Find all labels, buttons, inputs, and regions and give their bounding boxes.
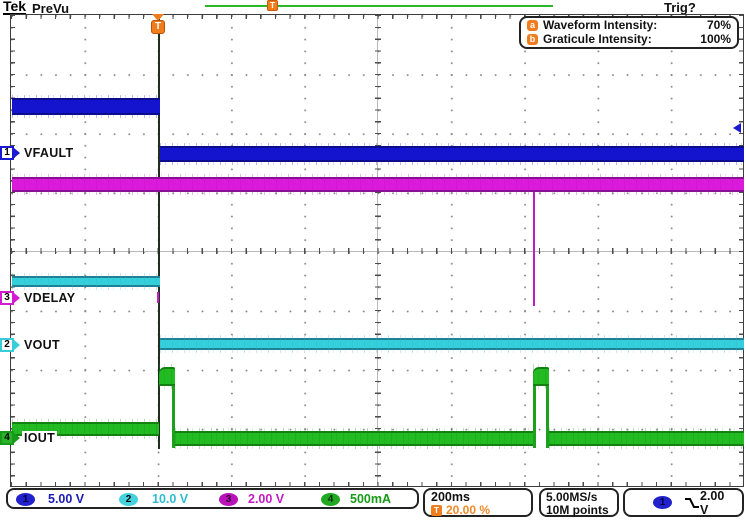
ch3-vdelay-trace	[12, 177, 744, 192]
ch4-iout-trace-low-b	[549, 431, 744, 446]
ch1-vfault-trace-low	[160, 146, 744, 162]
graticule-intensity-row[interactable]: b Graticule Intensity: 100%	[527, 33, 731, 46]
ch4-iout-inrush-spike-2	[533, 367, 549, 386]
falling-slope-icon	[684, 497, 700, 509]
ch3-vdelay-dip-spike	[533, 192, 535, 306]
ch4-marker-icon: 4	[0, 431, 14, 445]
record-length-readout: 10M points	[546, 504, 612, 517]
ch2-label: VOUT	[22, 338, 62, 352]
record-trigger-position-icon: T	[267, 0, 278, 11]
channel-tag-ch2[interactable]: 2 VOUT	[0, 338, 62, 352]
ch1-badge-icon: 1	[16, 493, 35, 506]
channel-tag-ch3[interactable]: 3 VDELAY	[0, 291, 77, 305]
knob-a-icon: a	[527, 20, 538, 31]
record-view-bar	[205, 5, 553, 7]
horizontal-readout[interactable]: 200ms T 20.00 %	[423, 488, 533, 517]
ch2-scale-readout: 10.0 V	[152, 492, 188, 506]
graticule-intensity-label: Graticule Intensity:	[543, 33, 652, 46]
ch3-badge-icon: 3	[219, 493, 238, 506]
graticule	[10, 14, 744, 487]
ch2-badge-icon: 2	[119, 493, 138, 506]
center-horizontal-ticks	[11, 248, 743, 254]
ch3-label: VDELAY	[22, 291, 77, 305]
ch1-label: VFAULT	[22, 146, 75, 160]
ch4-iout-inrush-spike-1	[159, 367, 175, 386]
channel-scale-readouts[interactable]: 1 5.00 V 2 10.0 V 3 2.00 V 4 500mA	[6, 488, 419, 509]
ch1-scale-readout: 5.00 V	[48, 492, 84, 506]
ch4-label: IOUT	[22, 431, 57, 445]
waveform-intensity-row[interactable]: a Waveform Intensity: 70%	[527, 19, 731, 32]
ch2-vout-trace-low	[160, 338, 744, 350]
ch3-marker-icon: 3	[0, 291, 14, 305]
bottom-edge-ticks	[11, 482, 743, 486]
acquisition-readout[interactable]: 5.00MS/s 10M points	[539, 488, 619, 517]
ch1-marker-icon: 1	[0, 146, 14, 160]
trigger-level-arrow-icon[interactable]	[733, 123, 741, 133]
ch1-vfault-trace-high	[12, 98, 160, 115]
trigger-position-readout: 20.00 %	[446, 504, 490, 516]
channel-tag-ch1[interactable]: 1 VFAULT	[0, 146, 75, 160]
ch4-badge-icon: 4	[321, 493, 340, 506]
ch2-marker-icon: 2	[0, 338, 14, 352]
ch2-vout-trace-high	[12, 276, 160, 287]
waveform-intensity-value: 70%	[707, 19, 731, 32]
channel-tag-ch4[interactable]: 4 IOUT	[0, 431, 57, 445]
trigger-level-readout: 2.00 V	[700, 489, 736, 517]
ch4-scale-readout: 500mA	[350, 492, 391, 506]
ch3-scale-readout: 2.00 V	[248, 492, 284, 506]
left-edge-ticks	[11, 15, 15, 486]
right-edge-ticks	[739, 15, 743, 486]
trigger-status-label: Trig?	[664, 0, 696, 15]
knob-b-icon: b	[527, 34, 538, 45]
oscilloscope-screen: Tek PreVu T Trig? T	[0, 0, 746, 527]
ch4-iout-trace-low-a	[175, 431, 533, 446]
ch4-spike2-rising-edge	[533, 386, 536, 448]
tek-logo: Tek	[3, 0, 26, 15]
ch3-trigger-artifact	[157, 292, 159, 303]
intensity-panel: a Waveform Intensity: 70% b Graticule In…	[519, 16, 739, 49]
trigger-readout[interactable]: 1 2.00 V	[623, 488, 744, 517]
waveform-intensity-label: Waveform Intensity:	[543, 19, 657, 32]
trigger-position-mini-icon: T	[431, 505, 442, 516]
trigger-position-flag[interactable]: T	[151, 20, 165, 34]
graticule-intensity-value: 100%	[700, 33, 731, 46]
trigger-source-badge-icon: 1	[653, 496, 672, 509]
